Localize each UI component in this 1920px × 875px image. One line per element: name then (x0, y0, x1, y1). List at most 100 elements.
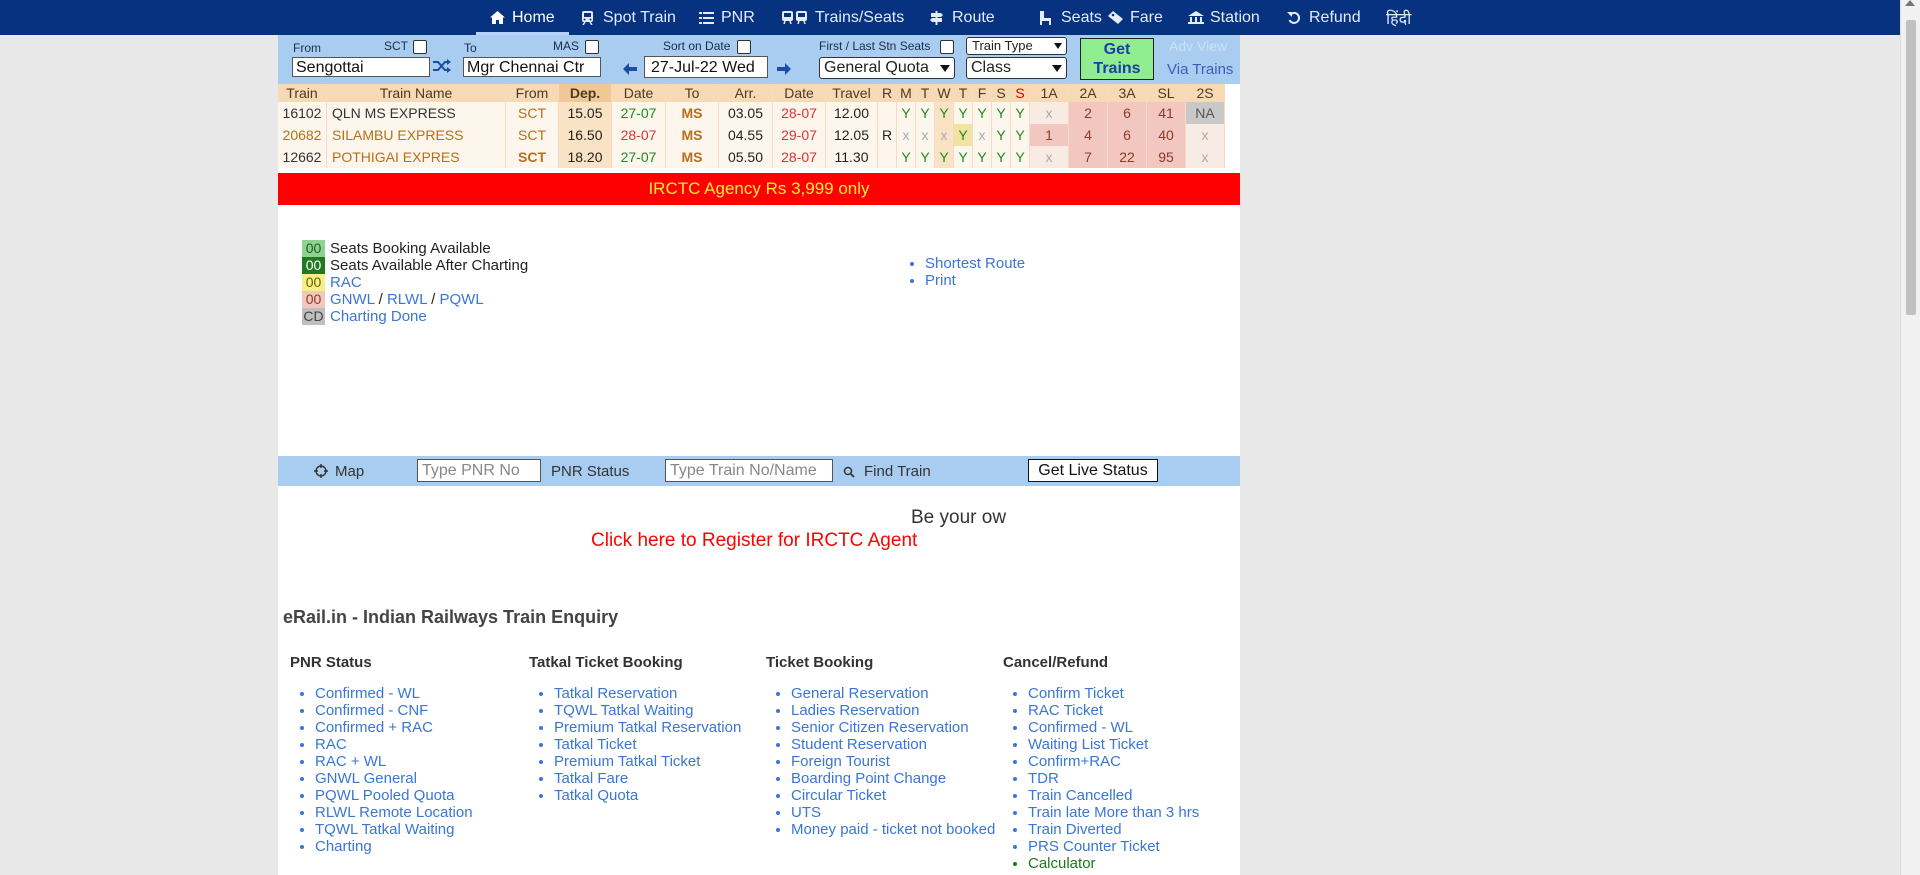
crosshair-icon[interactable] (314, 464, 328, 482)
scroll-up-arrow-icon[interactable] (1905, 0, 1915, 6)
pnr-link[interactable]: RAC (315, 736, 473, 753)
booking-link[interactable]: Senior Citizen Reservation (791, 719, 995, 736)
nav-station[interactable]: Station (1188, 0, 1260, 35)
get-live-status-button[interactable]: Get Live Status (1028, 459, 1158, 482)
journey-date-input[interactable]: 27-Jul-22 Wed (644, 56, 768, 78)
train-name[interactable]: POTHIGAI EXPRES (326, 146, 506, 168)
col-header-sl[interactable]: SL (1146, 84, 1186, 102)
booking-link[interactable]: Foreign Tourist (791, 753, 995, 770)
from-station[interactable]: SCT (505, 102, 559, 124)
irctc-agency-banner[interactable]: IRCTC Agency Rs 3,999 only (278, 173, 1240, 205)
search-icon[interactable] (843, 465, 855, 482)
seats-1a[interactable]: 1 (1029, 124, 1069, 146)
pnr-link[interactable]: GNWL General (315, 770, 473, 787)
seats-2a[interactable]: 7 (1068, 146, 1108, 168)
pnr-status-button[interactable]: PNR Status (551, 463, 629, 480)
booking-link[interactable]: Ladies Reservation (791, 702, 995, 719)
next-date-arrow-icon[interactable] (777, 62, 791, 79)
train-name[interactable]: QLN MS EXPRESS (326, 102, 506, 124)
col-header-arr[interactable]: Arr. (718, 84, 773, 102)
nav-home[interactable]: Home (476, 0, 569, 35)
train-search-input[interactable]: Type Train No/Name (665, 459, 833, 482)
tatkal-link[interactable]: Tatkal Fare (554, 770, 741, 787)
refund-link[interactable]: Train Cancelled (1028, 787, 1199, 804)
to-station[interactable]: MS (665, 102, 719, 124)
tatkal-link[interactable]: Tatkal Reservation (554, 685, 741, 702)
seats-2s[interactable]: x (1185, 124, 1225, 146)
pnr-link[interactable]: Confirmed + RAC (315, 719, 473, 736)
legend-link-rac[interactable]: RAC (330, 274, 362, 291)
pnr-link[interactable]: RAC + WL (315, 753, 473, 770)
nav-route[interactable]: Route (930, 0, 995, 35)
refund-link[interactable]: Waiting List Ticket (1028, 736, 1199, 753)
pnr-link[interactable]: Charting (315, 838, 473, 855)
tatkal-link[interactable]: Premium Tatkal Ticket (554, 753, 741, 770)
booking-link[interactable]: General Reservation (791, 685, 995, 702)
col-header-train[interactable]: Train (278, 84, 327, 102)
train-type-select[interactable]: Train Type (966, 37, 1067, 55)
seats-2s[interactable]: x (1185, 146, 1225, 168)
col-header-arr-date[interactable]: Date (772, 84, 826, 102)
col-header-2s[interactable]: 2S (1185, 84, 1225, 102)
swap-stations-icon[interactable] (433, 58, 451, 78)
pnr-link[interactable]: Confirmed - CNF (315, 702, 473, 719)
seats-1a[interactable]: x (1029, 102, 1069, 124)
refund-link[interactable]: RAC Ticket (1028, 702, 1199, 719)
seats-3a[interactable]: 6 (1107, 102, 1147, 124)
to-code-checkbox[interactable] (585, 40, 599, 54)
seats-sl[interactable]: 95 (1146, 146, 1186, 168)
from-code-checkbox[interactable] (413, 40, 427, 54)
nav-fare[interactable]: Fare (1108, 0, 1163, 35)
table-row[interactable]: 20682 SILAMBU EXPRESS SCT 16.50 28-07 MS… (278, 124, 1225, 146)
nav-pnr[interactable]: PNR (699, 0, 755, 35)
quota-select[interactable]: General Quota (819, 57, 955, 79)
col-header-dep[interactable]: Dep. (558, 84, 612, 102)
refund-link[interactable]: Train Diverted (1028, 821, 1199, 838)
class-select[interactable]: Class (966, 57, 1067, 79)
to-station-input[interactable]: Mgr Chennai Ctr (463, 57, 601, 77)
seats-sl[interactable]: 41 (1146, 102, 1186, 124)
nav-trains-seats[interactable]: Trains/Seats (782, 0, 904, 35)
pnr-link[interactable]: TQWL Tatkal Waiting (315, 821, 473, 838)
tatkal-link[interactable]: Premium Tatkal Reservation (554, 719, 741, 736)
seats-sl[interactable]: 40 (1146, 124, 1186, 146)
train-name[interactable]: SILAMBU EXPRESS (326, 124, 506, 146)
register-agent-link[interactable]: Click here to Register for IRCTC Agent (591, 530, 917, 552)
refund-link[interactable]: Confirm+RAC (1028, 753, 1199, 770)
tatkal-link[interactable]: Tatkal Quota (554, 787, 741, 804)
tatkal-link[interactable]: TQWL Tatkal Waiting (554, 702, 741, 719)
seats-3a[interactable]: 22 (1107, 146, 1147, 168)
pnr-link[interactable]: PQWL Pooled Quota (315, 787, 473, 804)
adv-view-link[interactable]: Adv View (1169, 38, 1227, 54)
map-link[interactable]: Map (335, 463, 364, 480)
via-trains-link[interactable]: Via Trains (1167, 61, 1233, 78)
refund-link[interactable]: PRS Counter Ticket (1028, 838, 1199, 855)
pnr-link[interactable]: RLWL Remote Location (315, 804, 473, 821)
col-header-to[interactable]: To (665, 84, 719, 102)
legend-link-gnwl[interactable]: GNWL (330, 291, 374, 308)
train-number[interactable]: 20682 (278, 124, 327, 146)
from-station-input[interactable]: Sengottai (292, 57, 430, 77)
page-scrollbar[interactable] (1900, 0, 1920, 875)
to-station[interactable]: MS (665, 124, 719, 146)
col-header-dep-date[interactable]: Date (611, 84, 666, 102)
seats-2s[interactable]: NA (1185, 102, 1225, 124)
table-row[interactable]: 16102 QLN MS EXPRESS SCT 15.05 27-07 MS … (278, 102, 1225, 124)
find-train-button[interactable]: Find Train (864, 463, 931, 480)
refund-link[interactable]: Confirmed - WL (1028, 719, 1199, 736)
seats-3a[interactable]: 6 (1107, 124, 1147, 146)
sort-on-date-checkbox[interactable] (737, 40, 751, 54)
booking-link[interactable]: Money paid - ticket not booked (791, 821, 995, 838)
nav-spot-train[interactable]: Spot Train (581, 0, 676, 35)
col-header-travel[interactable]: Travel (825, 84, 878, 102)
print-link[interactable]: Print (925, 272, 1025, 289)
seats-2a[interactable]: 4 (1068, 124, 1108, 146)
booking-link[interactable]: Boarding Point Change (791, 770, 995, 787)
booking-link[interactable]: Circular Ticket (791, 787, 995, 804)
col-header-2a[interactable]: 2A (1068, 84, 1108, 102)
from-station[interactable]: SCT (505, 124, 559, 146)
nav-seats[interactable]: Seats (1039, 0, 1102, 35)
get-trains-button[interactable]: Get Trains (1080, 38, 1154, 80)
nav-hindi[interactable]: हिंदी (1386, 0, 1411, 35)
refund-link[interactable]: Confirm Ticket (1028, 685, 1199, 702)
